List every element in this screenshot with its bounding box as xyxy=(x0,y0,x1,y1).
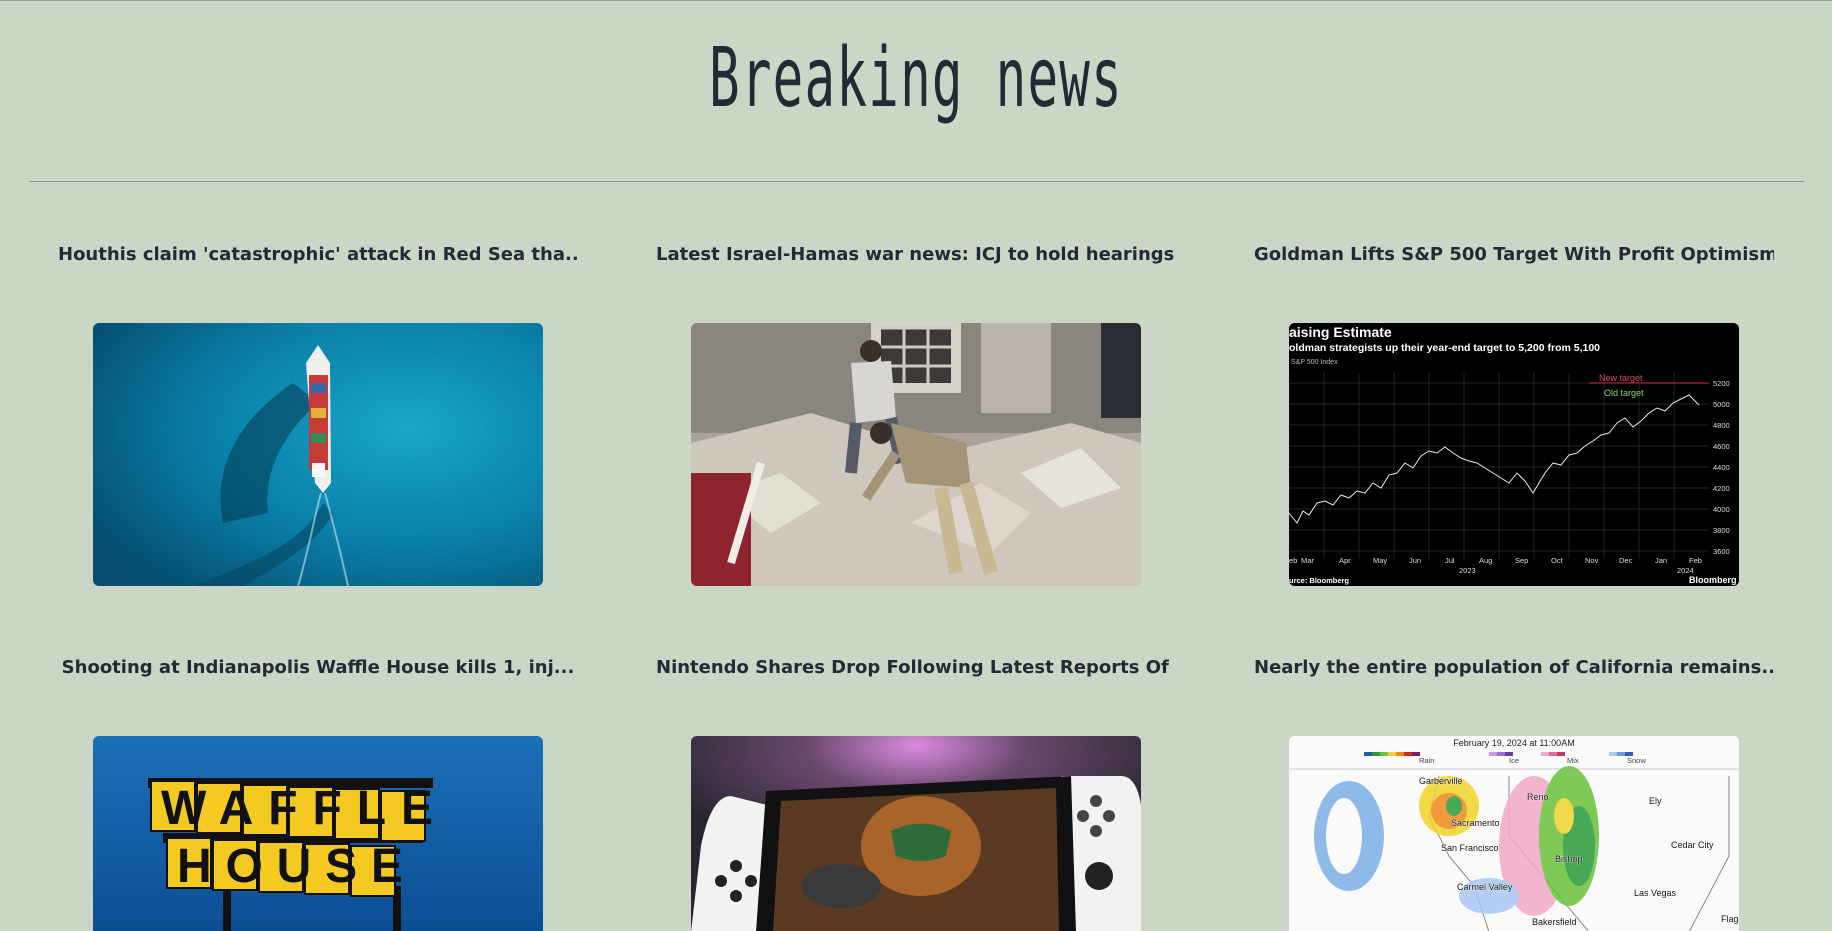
svg-text:3600: 3600 xyxy=(1713,547,1730,556)
svg-text:Jul: Jul xyxy=(1445,556,1455,565)
chart-subhead: oldman strategists up their year-end tar… xyxy=(1289,342,1600,354)
svg-text:Jan: Jan xyxy=(1655,556,1667,565)
news-page: Breaking news Houthis claim 'catastrophi… xyxy=(0,1,1832,931)
svg-text:Garberville: Garberville xyxy=(1419,776,1463,786)
header-divider xyxy=(29,181,1804,182)
article-image-sp500-chart[interactable]: aising Estimate oldman strategists up th… xyxy=(1289,323,1739,586)
article-image-rubble[interactable] xyxy=(691,323,1141,586)
svg-text:urce: Bloomberg: urce: Bloomberg xyxy=(1289,576,1349,585)
svg-text:5200: 5200 xyxy=(1713,379,1730,388)
svg-text:Mix: Mix xyxy=(1567,756,1579,765)
svg-text:Snow: Snow xyxy=(1627,756,1646,765)
article-image-waffle-house[interactable]: WAFFLE HOUSE xyxy=(93,736,543,931)
svg-text:Flag: Flag xyxy=(1721,914,1739,924)
svg-text:Feb: Feb xyxy=(1689,556,1702,565)
svg-text:Reno: Reno xyxy=(1527,792,1549,802)
article-title-5[interactable]: Nintendo Shares Drop Following Latest Re… xyxy=(656,656,1176,680)
article-title-1[interactable]: Houthis claim 'catastrophic' attack in R… xyxy=(58,243,578,267)
svg-text:Apr: Apr xyxy=(1339,556,1351,565)
chart-old-target: Old target xyxy=(1604,388,1644,398)
svg-text:San Francisco: San Francisco xyxy=(1441,843,1499,853)
svg-text:Mar: Mar xyxy=(1301,556,1314,565)
svg-text:Bloomberg: Bloomberg xyxy=(1689,575,1737,585)
svg-text:Jun: Jun xyxy=(1409,556,1421,565)
chart-new-target: New target xyxy=(1599,373,1643,383)
page-title: Breaking news xyxy=(708,31,1124,126)
svg-text:eb: eb xyxy=(1289,556,1297,565)
svg-text:4400: 4400 xyxy=(1713,463,1730,472)
article-image-nintendo-switch[interactable] xyxy=(691,736,1141,931)
svg-text:Bishop: Bishop xyxy=(1555,854,1583,864)
svg-text:Las Vegas: Las Vegas xyxy=(1634,888,1677,898)
svg-text:4600: 4600 xyxy=(1713,442,1730,451)
svg-text:Nov: Nov xyxy=(1585,556,1599,565)
svg-text:Ely: Ely xyxy=(1649,796,1662,806)
article-title-6[interactable]: Nearly the entire population of Californ… xyxy=(1254,656,1774,680)
article-title-2[interactable]: Latest Israel-Hamas war news: ICJ to hol… xyxy=(656,243,1176,267)
svg-text:May: May xyxy=(1373,556,1387,565)
svg-text:5000: 5000 xyxy=(1713,400,1730,409)
svg-text:Oct: Oct xyxy=(1551,556,1564,565)
svg-text:3800: 3800 xyxy=(1713,526,1730,535)
svg-text:Bakersfield: Bakersfield xyxy=(1532,917,1577,927)
svg-text:Sacramento: Sacramento xyxy=(1451,818,1500,828)
article-title-4[interactable]: Shooting at Indianapolis Waffle House ki… xyxy=(58,656,578,680)
svg-text:4800: 4800 xyxy=(1713,421,1730,430)
svg-text:Carmel Valley: Carmel Valley xyxy=(1457,882,1513,892)
article-image-weather-map[interactable]: February 19, 2024 at 11:00AM Rain Ice Mi… xyxy=(1289,736,1739,931)
svg-text:Aug: Aug xyxy=(1479,556,1492,565)
svg-text:4200: 4200 xyxy=(1713,484,1730,493)
svg-text:2024: 2024 xyxy=(1677,566,1694,575)
article-title-3[interactable]: Goldman Lifts S&P 500 Target With Profit… xyxy=(1254,243,1774,267)
chart-index-label: S&P 500 Index xyxy=(1291,359,1338,366)
svg-text:Ice: Ice xyxy=(1509,756,1519,765)
article-image-cargo-ship[interactable] xyxy=(93,323,543,586)
svg-text:Cedar City: Cedar City xyxy=(1671,840,1714,850)
svg-text:4000: 4000 xyxy=(1713,505,1730,514)
svg-text:Sep: Sep xyxy=(1515,556,1528,565)
map-timestamp: February 19, 2024 at 11:00AM xyxy=(1453,738,1574,748)
svg-text:2023: 2023 xyxy=(1459,566,1476,575)
svg-text:Dec: Dec xyxy=(1619,556,1633,565)
chart-headline: aising Estimate xyxy=(1289,324,1392,340)
svg-text:Rain: Rain xyxy=(1419,756,1434,765)
